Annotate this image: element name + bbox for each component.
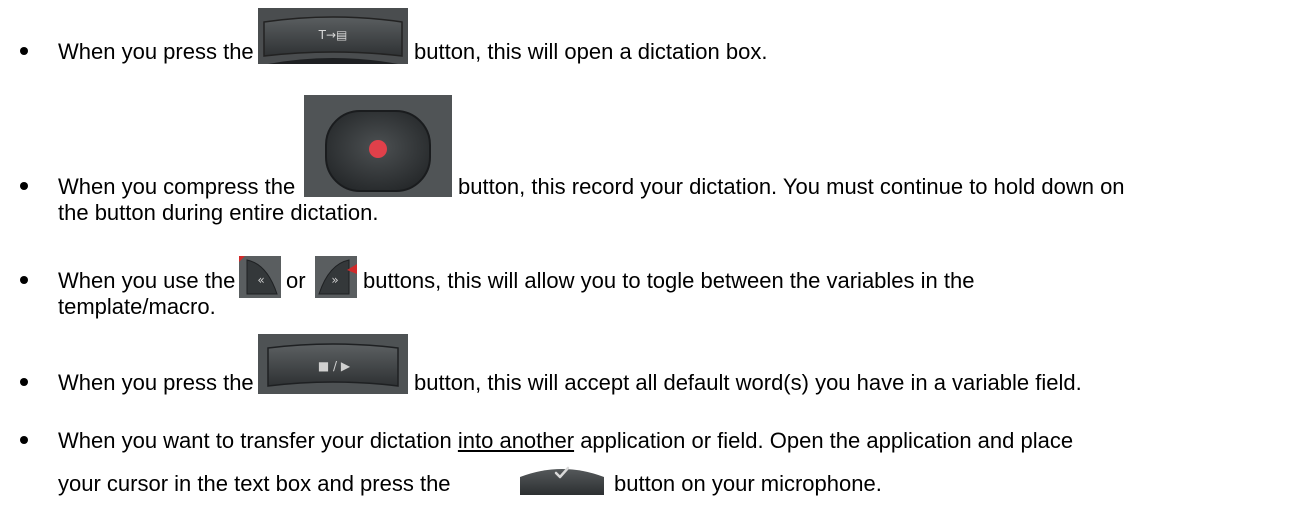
text: template/macro.: [58, 294, 216, 319]
bullet: [20, 47, 28, 55]
text: or: [286, 268, 306, 293]
underlined-text: into another: [457, 428, 575, 453]
line: button, this will accept all default wor…: [414, 370, 1082, 396]
text: button on your microphone.: [614, 471, 882, 496]
bullet: [20, 182, 28, 190]
line: When you press the: [58, 370, 254, 396]
text: button, this record your dictation. You …: [458, 174, 1125, 199]
record-button-icon: [304, 95, 452, 197]
line: button, this will open a dictation box.: [414, 39, 767, 65]
text: button, this will open a dictation box.: [414, 39, 768, 64]
text: When you want to transfer your dictation: [58, 428, 458, 453]
transcribe-button-icon: T→▤: [258, 8, 408, 64]
fast-forward-button-icon: »: [315, 256, 357, 298]
text: your cursor in the text box and press th…: [58, 471, 451, 496]
svg-text:«: «: [257, 273, 264, 287]
line: When you use the: [58, 268, 235, 294]
stop-play-button-label: ■ / ▶: [318, 359, 351, 373]
text: When you press the: [58, 370, 254, 395]
line: buttons, this will allow you to togle be…: [363, 268, 974, 294]
line: button, this record your dictation. You …: [458, 174, 1125, 200]
bullet: [20, 378, 28, 386]
text: When you compress the: [58, 174, 296, 199]
stop-play-button-icon: ■ / ▶: [258, 334, 408, 394]
text: the button during entire dictation.: [58, 200, 379, 225]
svg-text:»: »: [331, 273, 338, 287]
line: the button during entire dictation.: [58, 200, 378, 226]
rewind-button-icon: «: [239, 256, 281, 298]
bullet: [20, 276, 28, 284]
line: or: [286, 268, 306, 294]
line: When you press the: [58, 39, 254, 65]
text: buttons, this will allow you to togle be…: [363, 268, 975, 293]
text: application or field. Open the applicati…: [574, 428, 1074, 453]
check-button-icon: [518, 459, 606, 495]
text: When you use the: [58, 268, 236, 293]
line: When you want to transfer your dictation…: [58, 428, 1073, 454]
line: button on your microphone.: [614, 471, 882, 497]
bullet: [20, 436, 28, 444]
line: template/macro.: [58, 294, 216, 320]
text: button, this will accept all default wor…: [414, 370, 1082, 395]
line: When you compress the: [58, 174, 295, 200]
record-dot: [369, 140, 387, 158]
line: your cursor in the text box and press th…: [58, 471, 451, 497]
transcribe-button-label: T→▤: [318, 28, 348, 42]
text: When you press the: [58, 39, 254, 64]
